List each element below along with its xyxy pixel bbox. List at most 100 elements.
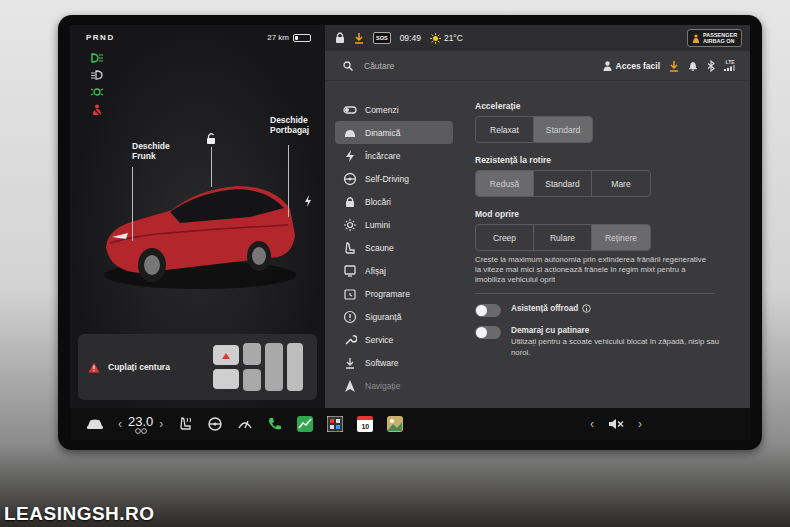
- bolt-icon: [343, 149, 357, 163]
- toybox-app-icon[interactable]: [327, 416, 343, 432]
- airbag-text: PASSENGER AIRBAG ON: [703, 32, 737, 44]
- menu-label[interactable]: Self-Driving: [365, 174, 409, 184]
- software-update-icon[interactable]: [669, 60, 679, 72]
- search-field[interactable]: [362, 60, 594, 72]
- menu-item[interactable]: Blocări: [335, 190, 453, 213]
- menu-item[interactable]: Încărcare: [335, 144, 453, 167]
- temp-up-button[interactable]: ›: [159, 417, 163, 431]
- menu-item[interactable]: Service: [335, 328, 453, 351]
- menu-label[interactable]: Software: [365, 358, 399, 368]
- segment-option[interactable]: Creep: [476, 225, 534, 250]
- range-text: 27 km: [267, 33, 289, 42]
- segment-option[interactable]: Reținere: [592, 225, 650, 250]
- steering-heater-icon[interactable]: [207, 416, 223, 432]
- menu-label[interactable]: Scaune: [365, 243, 394, 253]
- mute-icon[interactable]: [608, 418, 624, 430]
- cabin-temp[interactable]: 23.0: [128, 415, 153, 434]
- menu-item[interactable]: Software: [335, 351, 453, 374]
- cellular-signal: LTE: [724, 60, 736, 71]
- info-icon[interactable]: [582, 304, 591, 313]
- phone-icon[interactable]: [267, 416, 283, 432]
- lock-icon[interactable]: [335, 32, 345, 44]
- settings-body: Comenzi Dinamică Încărcare Self-Driving Bloc…: [325, 81, 750, 408]
- person-icon: [603, 61, 612, 71]
- menu-label[interactable]: Comenzi: [365, 105, 399, 115]
- calendar-day[interactable]: 10: [361, 423, 369, 430]
- toggle-row: Demaraj cu patinare Utilizați pentru a sc…: [475, 326, 732, 357]
- car-panel: PRND 27 km Deschide Frunk Deschide Portbaga…: [70, 25, 325, 408]
- volume-down-button[interactable]: ‹: [590, 417, 594, 431]
- segment-option[interactable]: Standard: [534, 117, 592, 142]
- menu-item[interactable]: Navigație: [335, 374, 453, 397]
- climate-control: ‹ 23.0 ›: [118, 415, 163, 434]
- seat-icon: [343, 241, 357, 255]
- toggle-knob: [476, 327, 487, 338]
- segment-option[interactable]: Redusă: [476, 171, 534, 196]
- segment-option[interactable]: Standard: [534, 171, 592, 196]
- gear-selector: PRND: [86, 33, 115, 42]
- top-status-bar: SOS 09:49 21°C PASSENGER AIRBAG ON: [325, 25, 750, 51]
- unlock-icon[interactable]: [206, 133, 216, 145]
- bluetooth-icon[interactable]: [707, 60, 715, 72]
- toggle-switch[interactable]: [475, 304, 501, 317]
- segment-option[interactable]: Mare: [592, 171, 650, 196]
- steering-wheel-icon: [343, 172, 357, 186]
- menu-item[interactable]: Dinamică: [335, 121, 453, 144]
- indicator-lights: [70, 45, 325, 116]
- seatbelt-text: Cuplați centura: [108, 362, 170, 372]
- menu-item[interactable]: Afișaj: [335, 259, 453, 282]
- media-app-icon[interactable]: [387, 416, 403, 432]
- menu-item[interactable]: Scaune: [335, 236, 453, 259]
- menu-label[interactable]: Blocări: [365, 197, 391, 207]
- charge-port-icon[interactable]: [304, 195, 312, 207]
- frunk-button[interactable]: Deschide Frunk: [132, 141, 178, 161]
- menu-label[interactable]: Încărcare: [365, 151, 400, 161]
- energy-app-icon[interactable]: [297, 416, 313, 432]
- menu-item[interactable]: Programare: [335, 282, 453, 305]
- menu-label[interactable]: Siguranță: [365, 312, 401, 322]
- volume-up-button[interactable]: ›: [638, 417, 642, 431]
- toggle-switch[interactable]: [475, 326, 501, 339]
- car-icon[interactable]: [86, 418, 104, 430]
- seat-heater-icon[interactable]: [177, 416, 193, 432]
- display-icon: [343, 264, 357, 278]
- battery-fill: [295, 36, 298, 40]
- menu-item[interactable]: Comenzi: [335, 98, 453, 121]
- toggle-label[interactable]: Asistență offroad: [511, 304, 578, 313]
- segmented-control: RedusăStandardMare: [475, 170, 651, 197]
- signal-bars-icon: [724, 65, 736, 71]
- menu-label[interactable]: Navigație: [365, 381, 400, 391]
- menu-label[interactable]: Programare: [365, 289, 410, 299]
- segmented-control: RelaxatStandard: [475, 116, 593, 143]
- profile-button[interactable]: Acces facil: [603, 61, 660, 71]
- trunk-button[interactable]: Deschide Portbagaj: [270, 115, 320, 135]
- search-icon[interactable]: [343, 61, 353, 71]
- toggle-label[interactable]: Demaraj cu patinare: [511, 326, 589, 335]
- menu-label[interactable]: Afișaj: [365, 266, 386, 276]
- temp-down-button[interactable]: ‹: [118, 417, 122, 431]
- toggle-label-wrap: Demaraj cu patinare: [511, 326, 721, 335]
- bell-icon[interactable]: [688, 60, 698, 71]
- sos-badge[interactable]: SOS: [373, 32, 391, 44]
- menu-label[interactable]: Service: [365, 335, 393, 345]
- volume-control: ‹›: [590, 417, 642, 431]
- clock: 09:49: [400, 33, 421, 43]
- segment-option[interactable]: Relaxat: [476, 117, 534, 142]
- trunk-leader-line: [288, 145, 289, 217]
- cabin-temp-value[interactable]: 23.0: [128, 415, 153, 428]
- menu-item[interactable]: Lumini: [335, 213, 453, 236]
- update-download-icon[interactable]: [354, 32, 364, 44]
- seatbelt-warning-icon: [90, 104, 104, 116]
- calendar-app[interactable]: 10: [357, 416, 373, 432]
- profile-name[interactable]: Acces facil: [616, 61, 660, 71]
- parking-light-icon: [90, 87, 104, 97]
- sun-icon: [343, 218, 357, 232]
- outside-temperature: 21°C: [430, 33, 463, 44]
- menu-item[interactable]: Self-Driving: [335, 167, 453, 190]
- toggle-description: Utilizați pentru a scoate vehiculul bloc…: [511, 337, 721, 357]
- wiper-icon[interactable]: [237, 416, 253, 432]
- menu-item[interactable]: Siguranță: [335, 305, 453, 328]
- menu-label[interactable]: Lumini: [365, 220, 390, 230]
- menu-label[interactable]: Dinamică: [365, 128, 400, 138]
- segment-option[interactable]: Rulare: [534, 225, 592, 250]
